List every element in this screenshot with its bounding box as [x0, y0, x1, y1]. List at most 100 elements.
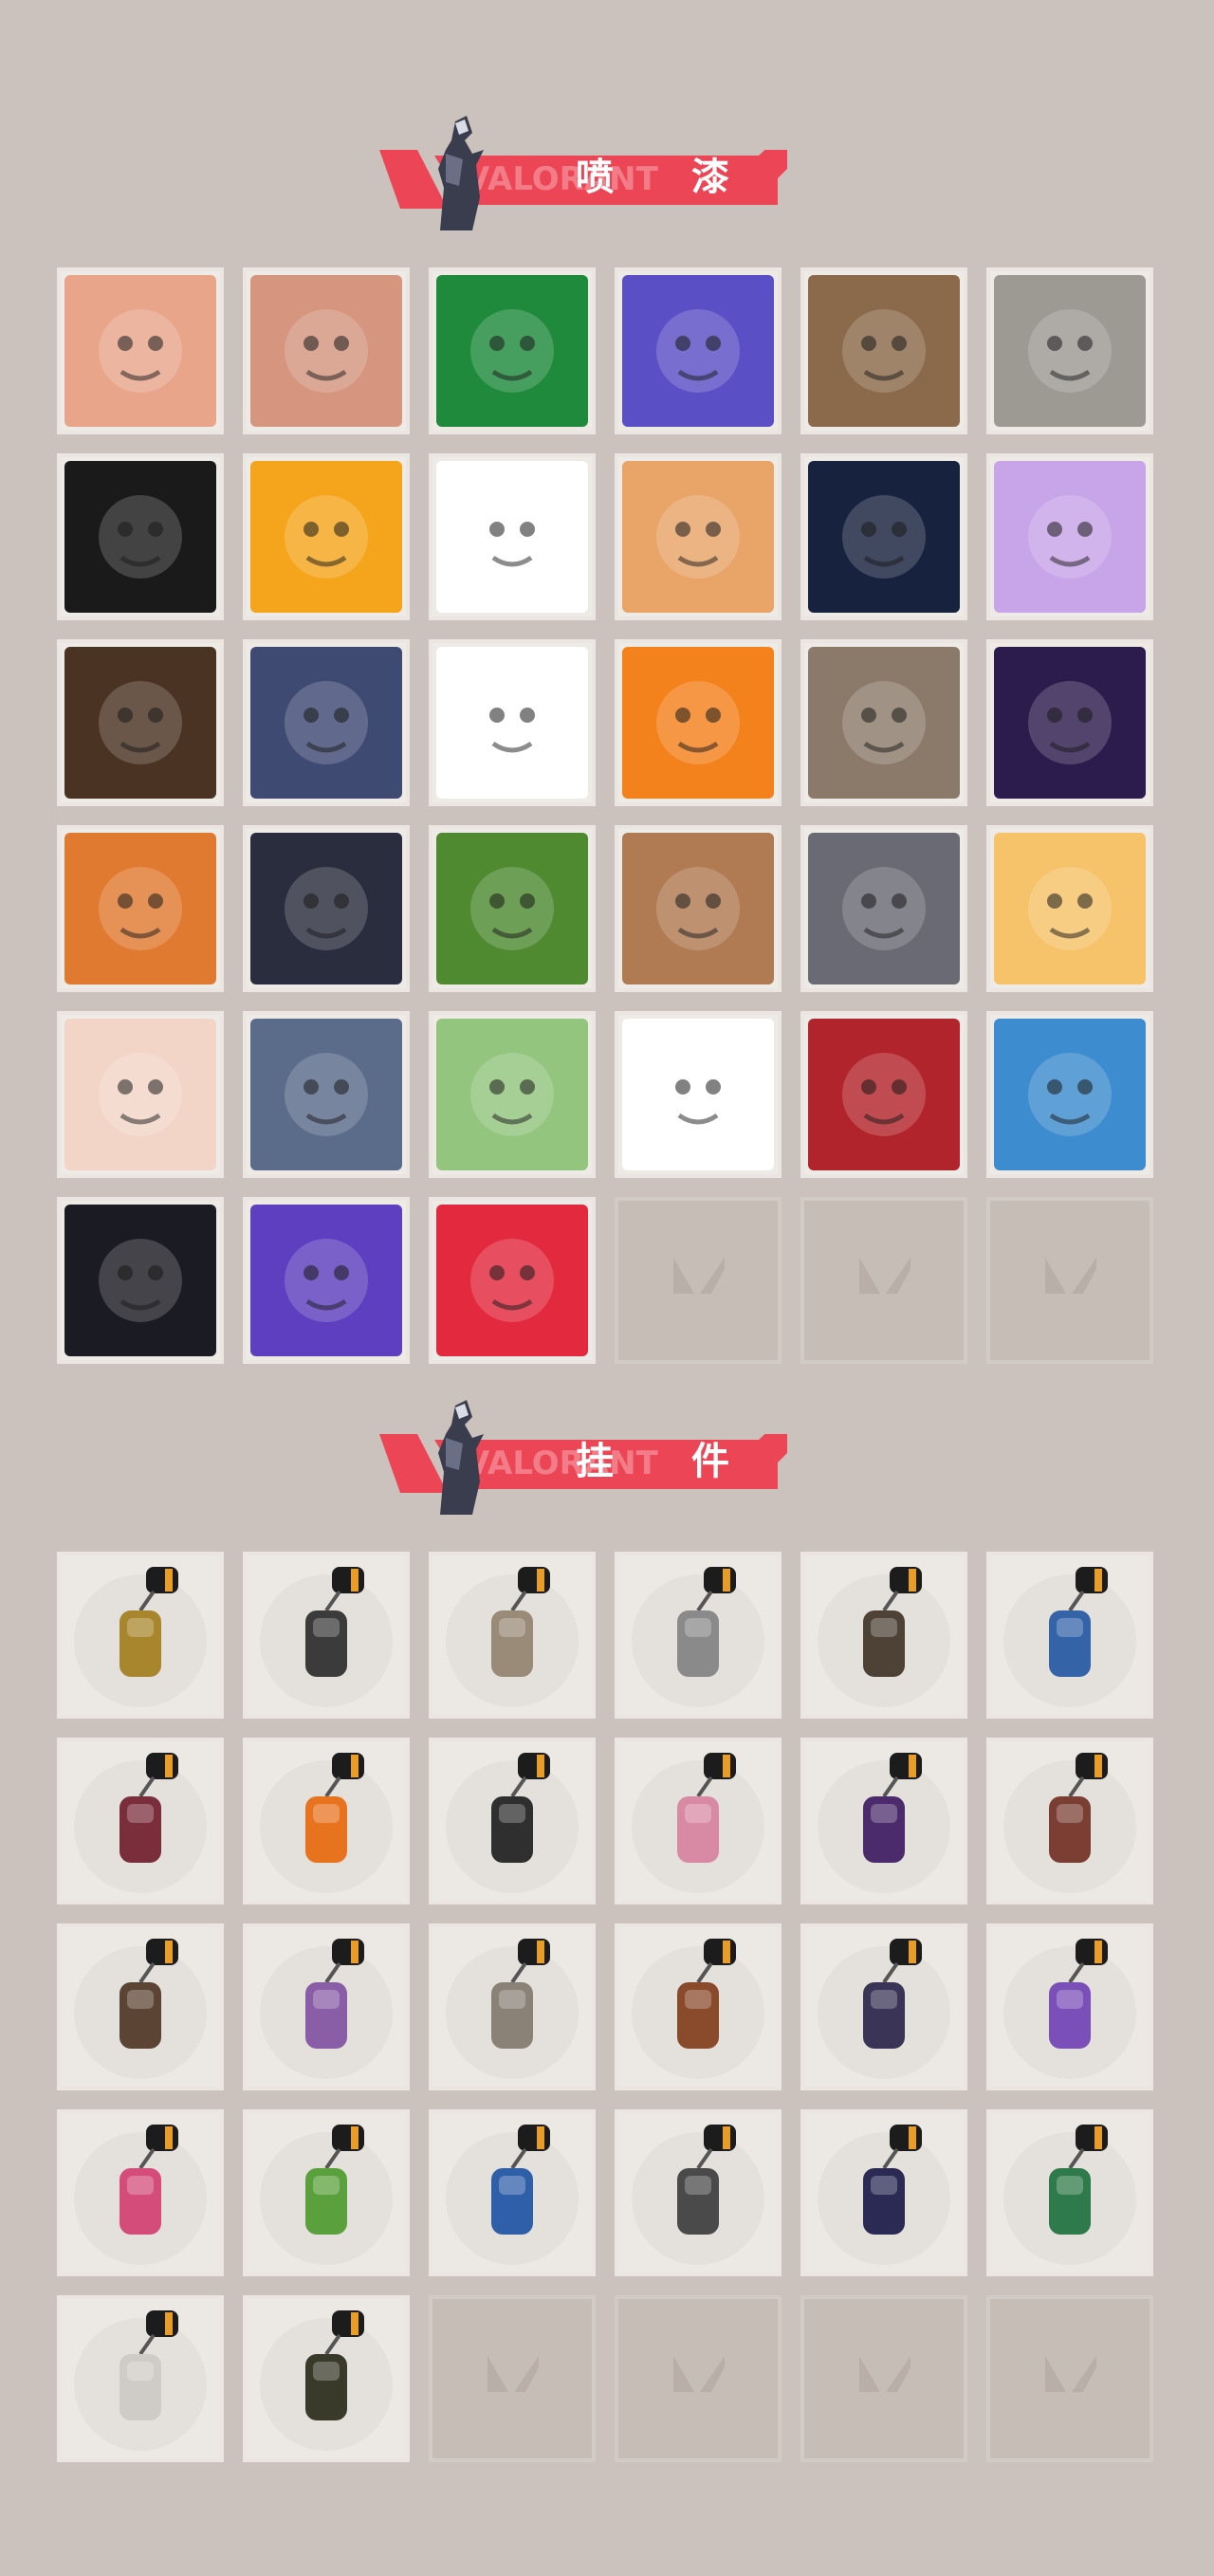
ep9-badge-blue-charm[interactable] [800, 2109, 967, 2276]
valorant-logo-teal-icon [64, 1205, 216, 1356]
bot-drone-charm[interactable] [243, 1552, 410, 1719]
x-button-icon [808, 1019, 960, 1170]
green-can-charm[interactable] [986, 2109, 1153, 2276]
void-portal-spray[interactable] [986, 639, 1153, 806]
gold-tiger-charm[interactable] [57, 1552, 224, 1719]
valorant-logo-icon [487, 2356, 539, 2392]
crying-seal-spray[interactable] [800, 825, 967, 992]
radio-charm[interactable] [615, 2109, 782, 2276]
bearded-brawler-spray[interactable] [57, 825, 224, 992]
valorant-logo-icon [859, 1258, 910, 1294]
golden-mask-spray[interactable] [243, 453, 410, 620]
green-eyes-spray[interactable] [615, 825, 782, 992]
sleepy-bunny-spray[interactable] [986, 453, 1153, 620]
chainsaw-sword-charm[interactable] [57, 1738, 224, 1904]
red-circle-logo-spray[interactable] [429, 1197, 596, 1364]
teddy-bear-charm[interactable] [986, 1738, 1153, 1904]
frog-icon [436, 1019, 588, 1170]
flame-hand-charm[interactable] [243, 1738, 410, 1904]
tiger-spray[interactable] [986, 825, 1153, 992]
pixel-agent-spray[interactable] [57, 639, 224, 806]
cupcake-charm[interactable] [615, 1738, 782, 1904]
angry-face-spray[interactable] [243, 267, 410, 434]
purple-graffiti-icon [250, 1205, 402, 1356]
valorant-logo-icon [1045, 2356, 1096, 2392]
orange-hat-icon [622, 647, 774, 799]
agent-figure-charm[interactable] [243, 1923, 410, 2090]
green-pager-charm[interactable] [243, 2109, 410, 2276]
astronaut-charm[interactable] [429, 2109, 596, 2276]
charms-header: VALORANT 挂 件 [360, 1396, 835, 1529]
robot-tassel-charm[interactable] [800, 1923, 967, 2090]
empty-slot [986, 1197, 1153, 1364]
penguin-beanie-blue-icon [250, 1019, 402, 1170]
sleepy-bunny-icon [994, 461, 1146, 613]
tiger-icon [994, 833, 1146, 984]
viper-mask-spray[interactable] [429, 267, 596, 434]
star-orb-spray[interactable] [57, 453, 224, 620]
purple-gun-spray[interactable] [615, 267, 782, 434]
purple-crystal-icon [1003, 1939, 1136, 2079]
valorant-logo-teal-spray[interactable] [57, 1197, 224, 1364]
clown-face-icon [436, 647, 588, 799]
purple-graffiti-spray[interactable] [243, 1197, 410, 1364]
green-crate-spray[interactable] [429, 825, 596, 992]
raccoon-figure-charm[interactable] [615, 1552, 782, 1719]
cannon-icon [74, 1939, 207, 2079]
purple-gun-icon [622, 275, 774, 427]
penguin-beanie-spray[interactable] [800, 267, 967, 434]
agent-figure-icon [260, 1939, 393, 2079]
valorant-logo-icon [673, 1258, 725, 1294]
chevron-stripes-spray[interactable] [800, 453, 967, 620]
gold-medallion-charm[interactable] [243, 2295, 410, 2462]
raccoon-sunglasses-icon [808, 647, 960, 799]
raccoon-sunglasses-spray[interactable] [800, 639, 967, 806]
blue-hair-boy-icon [250, 833, 402, 984]
lava-lamp-icon [74, 2125, 207, 2265]
chainsaw-sword-icon [74, 1753, 207, 1893]
cowboy-figure-charm[interactable] [429, 1923, 596, 2090]
purple-signature-spray[interactable] [429, 453, 596, 620]
blue-bottle-charm[interactable] [986, 1552, 1153, 1719]
neon-butterfly-spray[interactable] [57, 267, 224, 434]
blue-shark-spray[interactable] [986, 1011, 1153, 1178]
astronaut-icon [446, 2125, 579, 2265]
blue-hair-boy-spray[interactable] [243, 825, 410, 992]
green-can-icon [1003, 2125, 1136, 2265]
green-eyes-icon [622, 833, 774, 984]
white-shield-charm[interactable] [57, 2295, 224, 2462]
frog-spray[interactable] [429, 1011, 596, 1178]
bronze-orb-icon [818, 1567, 950, 1707]
helmet-warrior-spray[interactable] [243, 639, 410, 806]
cannon-charm[interactable] [57, 1923, 224, 2090]
x-button-spray[interactable] [800, 1011, 967, 1178]
viper-mask-icon [436, 275, 588, 427]
lava-lamp-charm[interactable] [57, 2109, 224, 2276]
orange-hat-spray[interactable] [615, 639, 782, 806]
grill-icon [446, 1567, 579, 1707]
purple-crystal-charm[interactable] [986, 1923, 1153, 2090]
ep9-badge-icon [818, 1753, 950, 1893]
clown-face-spray[interactable] [429, 639, 596, 806]
penguin-beanie-blue-spray[interactable] [243, 1011, 410, 1178]
white-shield-icon [74, 2310, 207, 2451]
cowboy-figure-icon [446, 1939, 579, 2079]
ep9-badge-charm[interactable] [800, 1738, 967, 1904]
braided-rope-icon [446, 1753, 579, 1893]
robot-eye-spray[interactable] [986, 267, 1153, 434]
agent-figure-icon [438, 1400, 484, 1515]
goggles-cat-icon [622, 461, 774, 613]
bronze-orb-charm[interactable] [800, 1552, 967, 1719]
penguin-beanie-icon [808, 275, 960, 427]
braided-rope-charm[interactable] [429, 1738, 596, 1904]
white-mask-spray[interactable] [615, 1011, 782, 1178]
purple-signature-icon [436, 461, 588, 613]
sprays-header: VALORANT 喷 漆 [360, 112, 835, 245]
bot-drone-icon [260, 1567, 393, 1707]
pencil-girl-spray[interactable] [57, 1011, 224, 1178]
crate-charm[interactable] [615, 1923, 782, 2090]
sprays-title: 喷 漆 [576, 156, 762, 199]
grill-charm[interactable] [429, 1552, 596, 1719]
robot-eye-icon [994, 275, 1146, 427]
goggles-cat-spray[interactable] [615, 453, 782, 620]
